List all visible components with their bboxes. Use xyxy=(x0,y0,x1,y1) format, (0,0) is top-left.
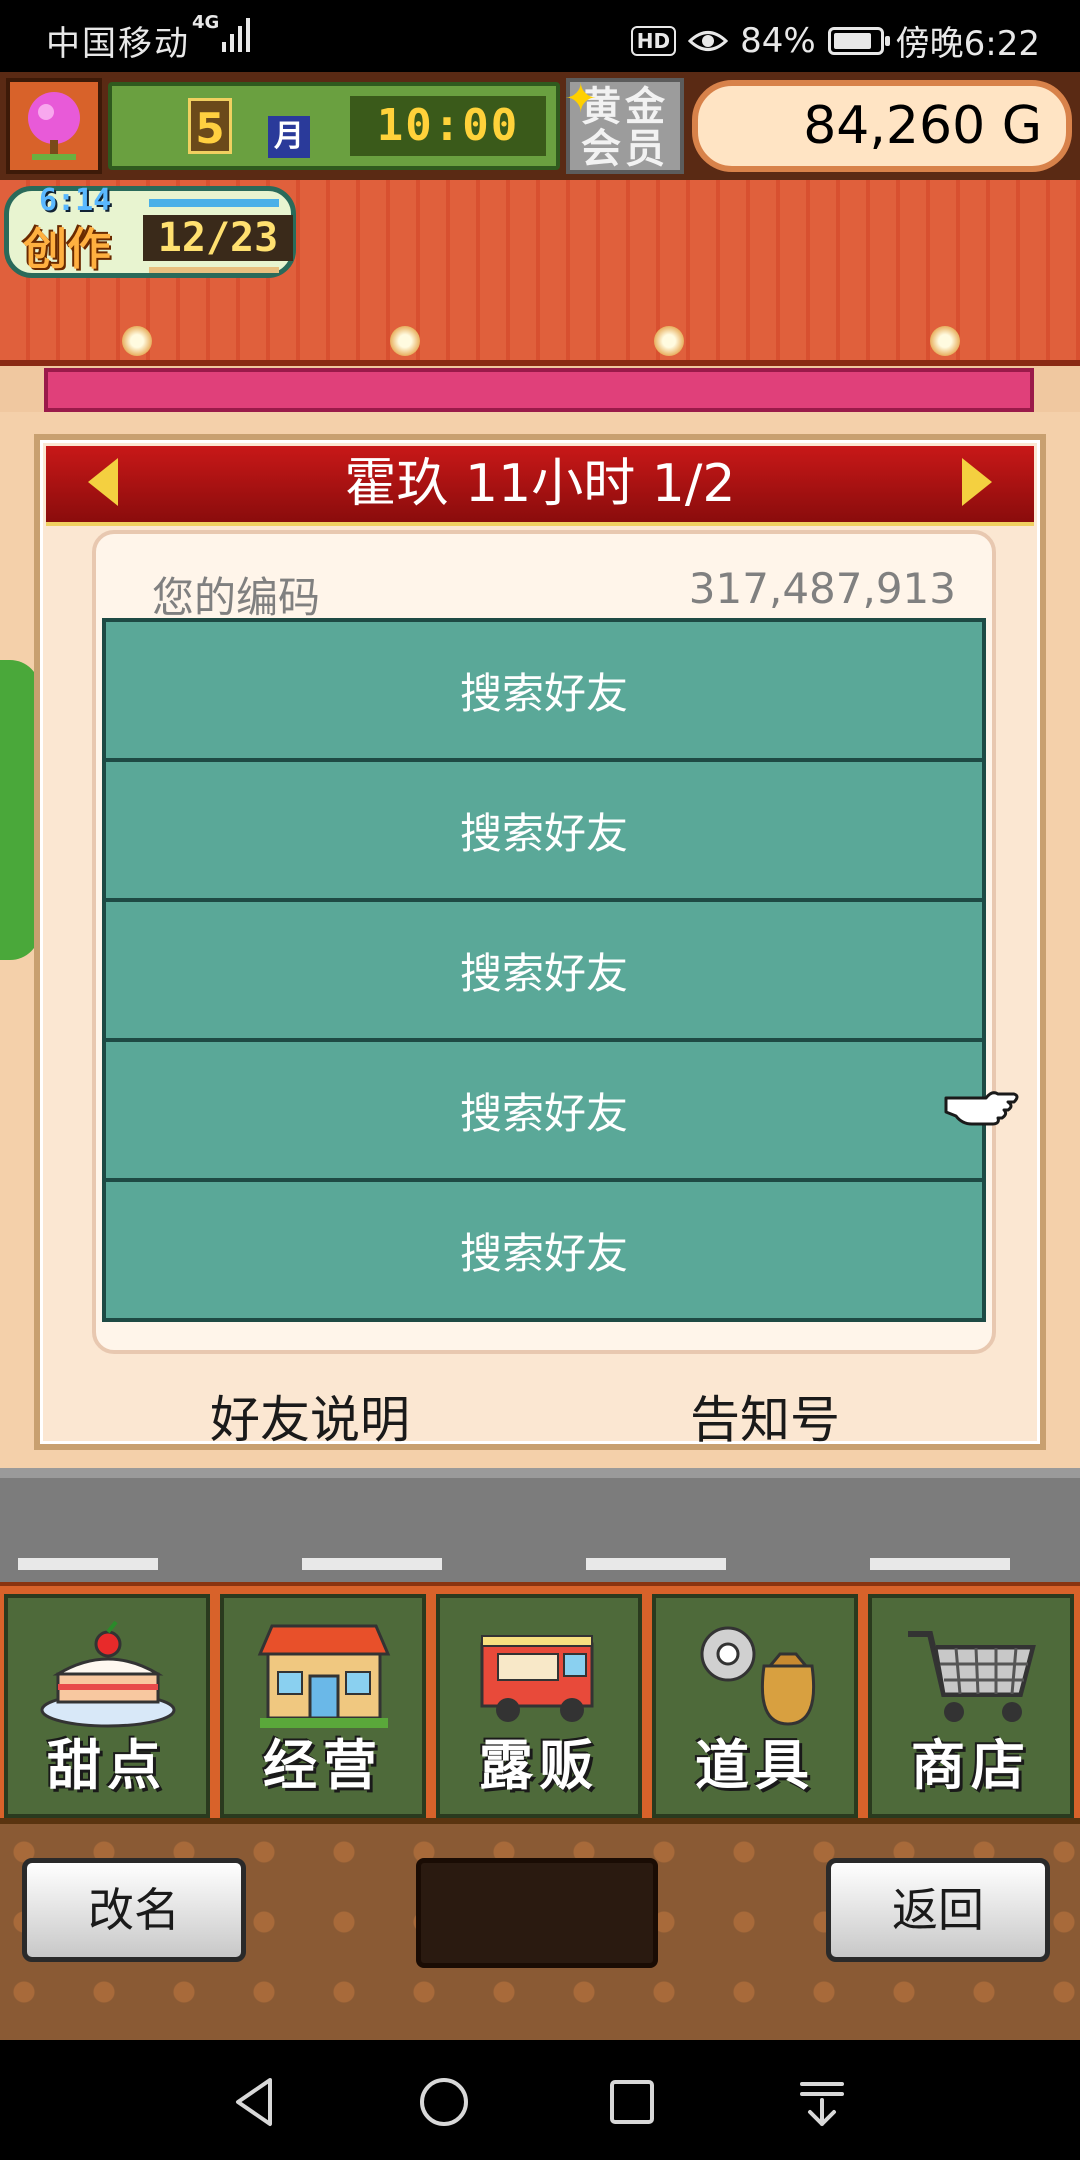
menu-food-truck-button[interactable]: 露贩 xyxy=(436,1594,642,1818)
home-circle-icon[interactable] xyxy=(416,2074,472,2130)
recents-square-icon[interactable] xyxy=(604,2074,660,2130)
create-progress-widget[interactable]: 6:14 创作 12/23 xyxy=(4,183,296,278)
menu-label: 甜点 xyxy=(47,1734,167,1797)
pointing-hand-icon xyxy=(944,1091,1019,1126)
lamp-icon xyxy=(930,326,960,356)
eye-comfort-icon xyxy=(688,30,729,51)
shop-icon xyxy=(257,1624,391,1728)
user-code-row: 您的编码 317,487,913 xyxy=(96,550,956,622)
menu-manage-button[interactable]: 经营 xyxy=(220,1594,426,1818)
road xyxy=(0,1468,1080,1590)
road-marking xyxy=(302,1558,442,1570)
battery-percent: 84% xyxy=(740,20,816,61)
search-friend-button[interactable]: 搜索好友 xyxy=(102,898,986,1042)
pink-rail xyxy=(44,368,1034,412)
notification-pull-down-icon[interactable] xyxy=(794,2074,850,2130)
notice-number-link[interactable]: 告知号 xyxy=(690,1380,840,1452)
panel-title: 霍玖 11小时 1/2 xyxy=(344,454,736,514)
clock-label: 傍晚6:22 xyxy=(895,24,1040,64)
menu-label: 经营 xyxy=(263,1734,383,1797)
cake-icon xyxy=(40,1620,176,1728)
back-triangle-icon[interactable] xyxy=(228,2074,284,2130)
system-navigation-bar xyxy=(0,2040,1080,2160)
items-icon xyxy=(700,1626,816,1726)
game-header: 5 月 10:00 ✦ 黄金会员 84,260 G xyxy=(0,72,1080,180)
center-slot xyxy=(416,1858,658,1968)
lamp-icon xyxy=(654,326,684,356)
create-timer-bar xyxy=(149,199,279,207)
road-marking xyxy=(870,1558,1010,1570)
gold-member-button[interactable]: ✦ 黄金会员 xyxy=(564,76,684,174)
next-page-arrow-icon[interactable] xyxy=(962,458,992,506)
road-marking xyxy=(18,1558,158,1570)
road-marking xyxy=(586,1558,726,1570)
avatar[interactable] xyxy=(6,78,102,174)
menu-label: 露贩 xyxy=(479,1734,599,1797)
lamp-icon xyxy=(122,326,152,356)
menu-dessert-button[interactable]: 甜点 xyxy=(4,1594,210,1818)
signal-icon xyxy=(222,18,250,52)
prev-page-arrow-icon[interactable] xyxy=(88,458,118,506)
sparkle-icon: ✦ xyxy=(564,76,602,122)
search-friend-button[interactable]: 搜索好友 xyxy=(102,1038,986,1182)
create-label: 创作 xyxy=(23,224,111,275)
panel-footer: 好友说明 告知号 xyxy=(40,1376,1040,1449)
rename-button[interactable]: 改名 xyxy=(22,1858,246,1962)
action-bar: 改名 返回 xyxy=(0,1818,1080,2046)
back-button[interactable]: 返回 xyxy=(826,1858,1050,1962)
lamp-icon xyxy=(390,326,420,356)
status-bar: 中国移动 4G HD 84% 傍晚6:22 xyxy=(0,0,1080,72)
menu-label: 商店 xyxy=(911,1734,1031,1797)
friend-help-link[interactable]: 好友说明 xyxy=(210,1380,410,1452)
main-menu-bar: 甜点 经营 露贩 道具 商店 xyxy=(0,1582,1080,1822)
menu-items-button[interactable]: 道具 xyxy=(652,1594,858,1818)
network-type: 4G xyxy=(192,12,220,33)
create-count: 12/23 xyxy=(143,215,293,261)
game-clock: 10:00 xyxy=(350,96,546,156)
money-display: 84,260 G xyxy=(692,80,1072,172)
menu-store-button[interactable]: 商店 xyxy=(868,1594,1074,1818)
month-unit: 月 xyxy=(268,116,310,158)
carrier-label: 中国移动 xyxy=(46,24,190,64)
friend-panel: 霍玖 11小时 1/2 您的编码 317,487,913 搜索好友 搜索好友 搜… xyxy=(34,434,1046,1450)
user-code-value: 317,487,913 xyxy=(688,564,956,613)
friend-slot-list: 搜索好友 搜索好友 搜索好友 搜索好友 搜索好友 xyxy=(102,618,986,1322)
date-panel: 5 月 10:00 xyxy=(108,82,560,170)
month-value: 5 xyxy=(188,98,232,154)
battery-level xyxy=(833,32,871,49)
pink-tree-icon xyxy=(28,92,80,160)
search-friend-button[interactable]: 搜索好友 xyxy=(102,1178,986,1322)
create-progress-bar xyxy=(149,267,279,273)
battery-icon xyxy=(827,26,890,55)
user-code-label: 您的编码 xyxy=(152,573,321,622)
friend-panel-header: 霍玖 11小时 1/2 xyxy=(46,446,1034,526)
menu-label: 道具 xyxy=(695,1734,815,1797)
hd-badge: HD xyxy=(630,25,677,56)
search-friend-button[interactable]: 搜索好友 xyxy=(102,758,986,902)
search-friend-button[interactable]: 搜索好友 xyxy=(102,618,986,762)
food-truck-icon xyxy=(480,1635,594,1722)
cart-icon xyxy=(908,1631,1036,1722)
